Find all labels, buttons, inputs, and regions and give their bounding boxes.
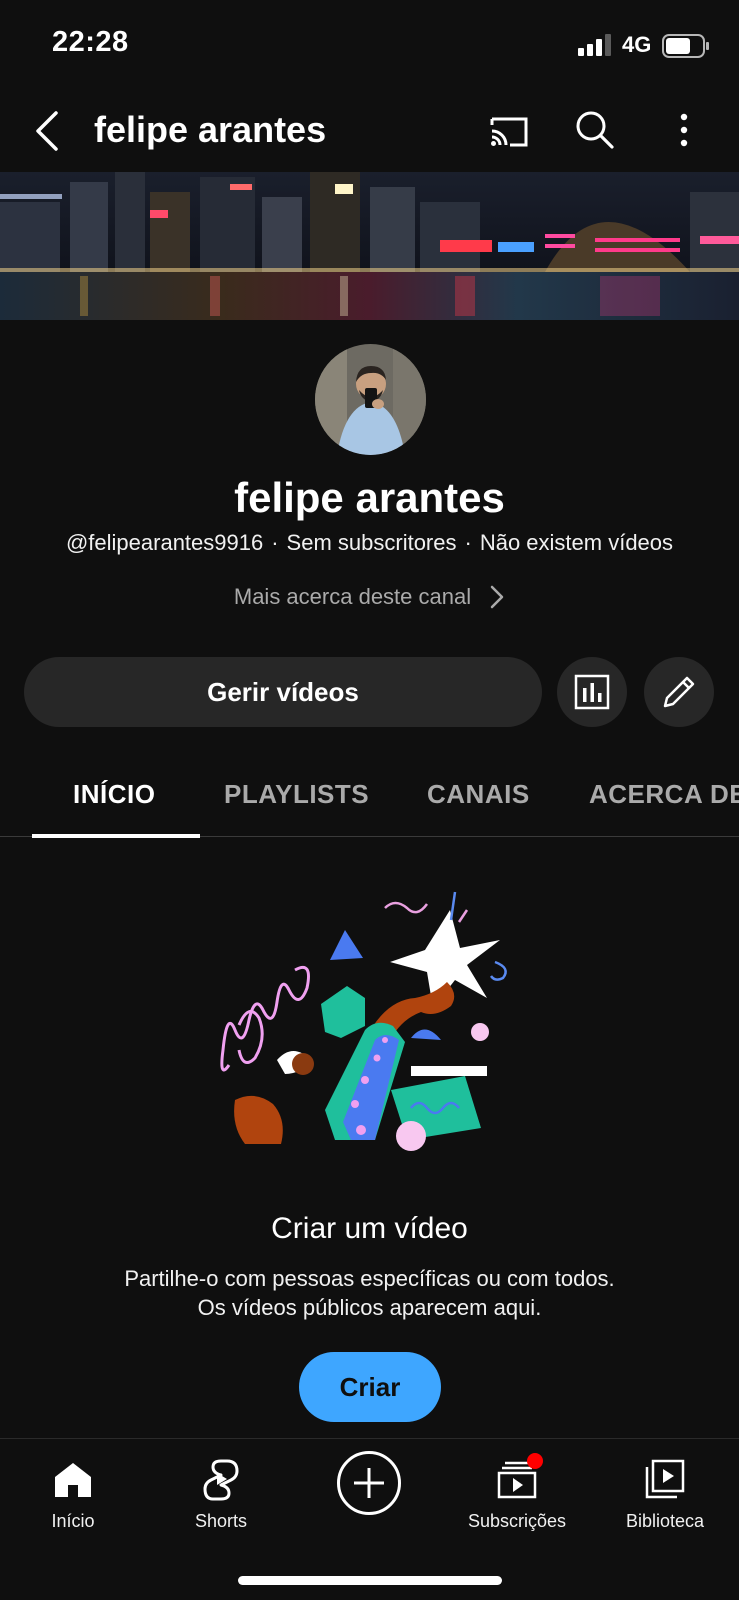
nav-home-label: Início	[51, 1511, 95, 1531]
more-about-label: Mais acerca deste canal	[233, 584, 472, 609]
nav-subscriptions-label: Subscrições	[467, 1511, 567, 1531]
status-bar: 22:28 4G	[0, 0, 739, 90]
nav-shorts-label: Shorts	[194, 1511, 248, 1531]
nav-shorts[interactable]: Shorts	[156, 1457, 286, 1532]
add-icon[interactable]	[337, 1451, 401, 1515]
signal-icon	[578, 34, 611, 56]
channel-tabs: INÍCIO PLAYLISTS CANAIS ACERCA DE	[0, 757, 739, 838]
shorts-icon	[199, 1457, 243, 1501]
channel-meta: @felipearantes9916 · Sem subscritores · Não …	[65, 530, 674, 555]
more-options-icon[interactable]	[664, 107, 704, 153]
battery-icon	[662, 34, 709, 58]
active-tab-indicator	[32, 834, 200, 838]
analytics-button[interactable]	[557, 657, 627, 727]
empty-state-title: Criar um vídeo	[271, 1212, 468, 1245]
empty-state-line-1: Partilhe-o com pessoas específicas ou co…	[124, 1266, 615, 1291]
back-button[interactable]	[26, 103, 66, 159]
library-icon	[643, 1457, 687, 1501]
empty-state-line-2: Os vídeos públicos aparecem aqui.	[197, 1295, 542, 1320]
more-about-link[interactable]: Mais acerca deste canal	[0, 584, 739, 610]
channel-name: felipe arantes	[234, 474, 505, 521]
subscriptions-icon	[495, 1453, 543, 1501]
chevron-right-icon	[490, 585, 504, 609]
channel-banner	[0, 172, 739, 320]
pencil-icon	[663, 676, 695, 708]
tab-about[interactable]: ACERCA DE	[589, 779, 739, 810]
empty-state-description: Partilhe-o com pessoas específicas ou co…	[0, 1264, 739, 1322]
home-indicator	[238, 1576, 502, 1585]
network-label: 4G	[622, 32, 652, 57]
search-icon[interactable]	[572, 107, 618, 153]
status-time: 22:28	[52, 26, 129, 58]
tab-channels[interactable]: CANAIS	[427, 779, 530, 810]
channel-avatar[interactable]	[315, 344, 426, 455]
analytics-icon	[574, 674, 610, 710]
notification-dot	[527, 1453, 543, 1469]
edit-channel-button[interactable]	[644, 657, 714, 727]
nav-library-label: Biblioteca	[625, 1511, 705, 1531]
create-video-illustration	[220, 891, 507, 1151]
header-title: felipe arantes	[94, 109, 327, 150]
nav-subscriptions[interactable]: Subscrições	[452, 1453, 582, 1532]
top-app-bar: felipe arantes	[0, 95, 739, 167]
nav-home[interactable]: Início	[8, 1457, 138, 1532]
cast-icon[interactable]	[486, 109, 532, 155]
home-icon	[51, 1457, 95, 1501]
manage-videos-button[interactable]: Gerir vídeos	[24, 657, 542, 727]
create-button[interactable]: Criar	[299, 1352, 441, 1422]
tab-playlists[interactable]: PLAYLISTS	[224, 779, 369, 810]
video-count: Não existem vídeos	[479, 530, 674, 555]
back-arrow-icon	[36, 111, 58, 151]
channel-handle: @felipearantes9916	[65, 530, 264, 555]
nav-library[interactable]: Biblioteca	[600, 1457, 730, 1532]
tab-home[interactable]: INÍCIO	[73, 779, 155, 810]
subscriber-count: Sem subscritores	[286, 530, 457, 555]
